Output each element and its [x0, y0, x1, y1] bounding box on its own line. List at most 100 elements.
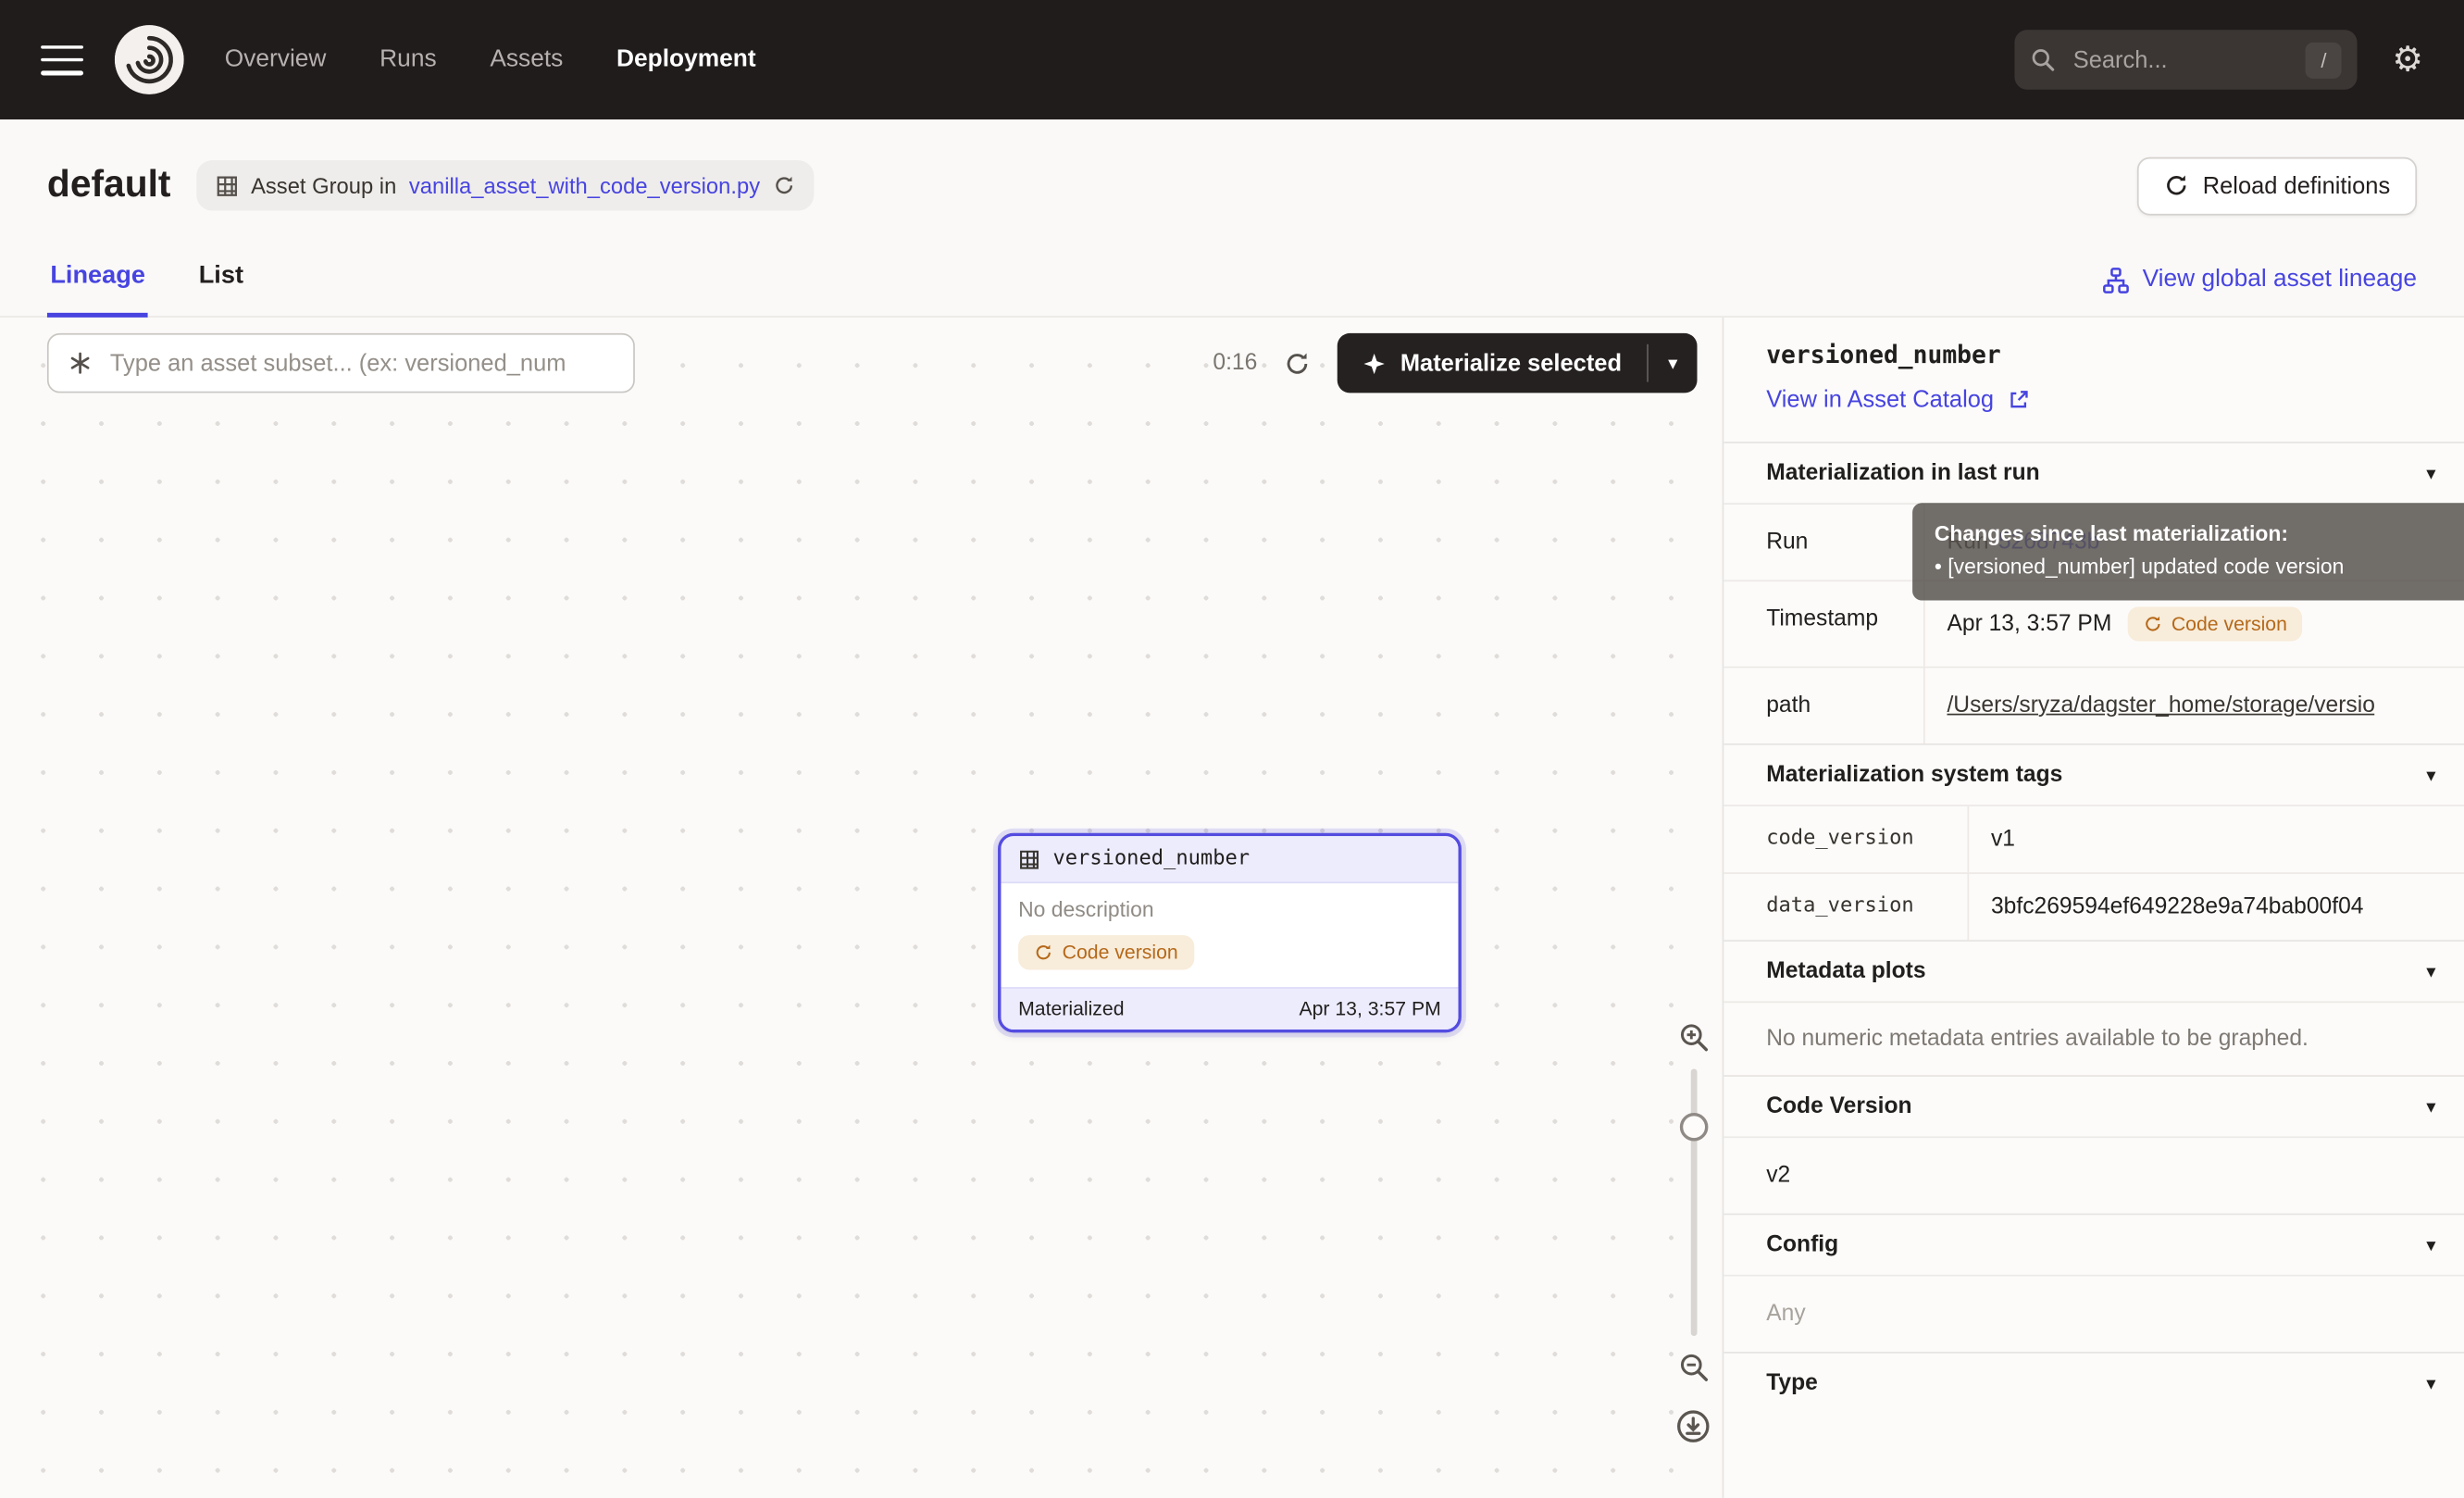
sync-icon — [2143, 615, 2161, 633]
tooltip-title: Changes since last materialization: — [1935, 518, 2464, 552]
zoom-out-icon[interactable] — [1677, 1352, 1709, 1383]
section-metadata-plots[interactable]: Metadata plots ▾ — [1724, 940, 2464, 1001]
code-version-badge: Code version — [1018, 935, 1194, 969]
refresh-icon[interactable] — [1284, 350, 1311, 377]
nav-links: Overview Runs Assets Deployment — [225, 45, 756, 74]
row-label: code_version — [1724, 806, 1969, 872]
dagster-swirl-icon — [115, 25, 184, 94]
zoom-slider-handle[interactable] — [1679, 1113, 1708, 1142]
asset-subset-filter[interactable] — [47, 333, 635, 393]
nav-item-assets[interactable]: Assets — [490, 45, 563, 74]
row-label: Timestamp — [1724, 581, 1924, 667]
chevron-down-icon: ▾ — [2426, 1372, 2435, 1394]
tab-lineage[interactable]: Lineage — [47, 263, 148, 318]
changes-tooltip: Changes since last materialization: • [v… — [1912, 503, 2464, 600]
row-value: 3bfc269594ef649228e9a74bab00f04 — [1969, 874, 2464, 940]
tabs-bar: Lineage List View global asset lineage — [0, 230, 2464, 318]
chevron-down-icon: ▾ — [1668, 352, 1677, 374]
zoom-in-icon[interactable] — [1677, 1022, 1709, 1054]
nav-item-runs[interactable]: Runs — [380, 45, 436, 74]
materialized-status-label: Materialized — [1018, 998, 1124, 1020]
zoom-slider-track — [1690, 1068, 1697, 1336]
materialize-selected-label: Materialize selected — [1400, 350, 1622, 377]
table-row-path: path /Users/sryza/dagster_home/storage/v… — [1724, 667, 2464, 743]
chevron-down-icon: ▾ — [2426, 960, 2435, 982]
chevron-down-icon: ▾ — [2426, 1095, 2435, 1117]
row-label: Run — [1724, 505, 1924, 580]
asset-group-badge: Asset Group in vanilla_asset_with_code_v… — [196, 160, 814, 210]
asset-node-footer: Materialized Apr 13, 3:57 PM — [1001, 987, 1458, 1030]
asset-subset-input[interactable] — [106, 348, 614, 378]
sparkle-icon — [1363, 351, 1386, 374]
asset-group-prefix: Asset Group in — [251, 173, 396, 198]
reload-definitions-button[interactable]: Reload definitions — [2136, 156, 2417, 215]
section-heading: Type — [1766, 1370, 1818, 1395]
page-header: default Asset Group in vanilla_asset_wit… — [0, 119, 2464, 230]
global-lineage-label: View global asset lineage — [2143, 266, 2417, 294]
sync-icon — [1034, 943, 1052, 962]
nav-item-deployment[interactable]: Deployment — [616, 45, 756, 74]
timestamp-value: Apr 13, 3:57 PM — [1947, 611, 2111, 636]
asset-group-file-link[interactable]: vanilla_asset_with_code_version.py — [409, 173, 760, 198]
code-version-badge-label: Code version — [2172, 613, 2287, 635]
asset-node-description: No description — [1018, 897, 1441, 920]
refresh-icon — [2163, 173, 2188, 198]
search-shortcut-key: / — [2306, 42, 2342, 78]
section-code-version[interactable]: Code Version ▾ — [1724, 1075, 2464, 1136]
page-title: default — [47, 164, 171, 208]
code-version-badge: Code version — [2127, 606, 2303, 641]
chevron-down-icon: ▾ — [2426, 1234, 2435, 1256]
main-content: 0:16 Materialize selected ▾ — [0, 318, 2464, 1498]
section-heading: Materialization in last run — [1766, 460, 2039, 485]
section-type[interactable]: Type ▾ — [1724, 1352, 2464, 1413]
chevron-down-icon: ▾ — [2426, 764, 2435, 786]
table-row-code-version: code_version v1 — [1724, 805, 2464, 872]
asset-node-name: versioned_number — [1052, 847, 1250, 870]
section-config[interactable]: Config ▾ — [1724, 1214, 2464, 1275]
materialize-selected-button-group: Materialize selected ▾ — [1338, 333, 1698, 393]
section-heading: Metadata plots — [1766, 959, 1925, 984]
row-label: path — [1724, 668, 1924, 743]
tab-list[interactable]: List — [195, 263, 246, 318]
section-heading: Code Version — [1766, 1094, 1911, 1119]
row-value: /Users/sryza/dagster_home/storage/versio — [1925, 668, 2464, 743]
tooltip-item: • [versioned_number] updated code versio… — [1935, 552, 2464, 585]
zoom-slider[interactable] — [1677, 1068, 1709, 1336]
top-nav: Overview Runs Assets Deployment / ⚙ — [0, 0, 2464, 119]
refresh-icon[interactable] — [773, 174, 795, 196]
canvas-toolbar-right: 0:16 Materialize selected ▾ — [1213, 333, 1697, 393]
download-view-icon[interactable] — [1675, 1408, 1711, 1444]
hamburger-menu-icon[interactable] — [41, 44, 83, 74]
asset-table-icon — [1018, 848, 1040, 870]
nav-item-overview[interactable]: Overview — [225, 45, 327, 74]
asset-title: versioned_number — [1766, 341, 2435, 369]
metadata-plots-empty-message: No numeric metadata entries available to… — [1724, 1001, 2464, 1075]
dagster-logo[interactable] — [115, 25, 184, 94]
code-version-value: v2 — [1724, 1136, 2464, 1213]
asset-details-panel: versioned_number View in Asset Catalog M… — [1724, 318, 2464, 1498]
row-value: v1 — [1969, 806, 2464, 872]
asset-node-header: versioned_number — [1001, 836, 1458, 883]
asset-node-versioned-number[interactable]: versioned_number No description Code ver… — [998, 833, 1462, 1033]
materialize-dropdown-button[interactable]: ▾ — [1649, 333, 1698, 393]
code-version-badge-label: Code version — [1063, 942, 1178, 964]
view-global-asset-lineage-link[interactable]: View global asset lineage — [2103, 266, 2417, 316]
section-system-tags[interactable]: Materialization system tags ▾ — [1724, 743, 2464, 805]
canvas-toolbar: 0:16 Materialize selected ▾ — [47, 333, 1698, 393]
row-label: data_version — [1724, 874, 1969, 940]
chevron-down-icon: ▾ — [2426, 462, 2435, 484]
refresh-timer: 0:16 — [1213, 351, 1257, 376]
zoom-controls — [1675, 1022, 1711, 1445]
section-materialization-last-run[interactable]: Materialization in last run ▾ — [1724, 442, 2464, 503]
path-link[interactable]: /Users/sryza/dagster_home/storage/versio — [1947, 693, 2374, 718]
sidebar-header: versioned_number View in Asset Catalog — [1724, 318, 2464, 442]
global-search[interactable]: / — [2015, 30, 2358, 90]
materialize-selected-button[interactable]: Materialize selected — [1338, 333, 1647, 393]
view-in-asset-catalog-link[interactable]: View in Asset Catalog — [1766, 387, 2435, 414]
app-window: Overview Runs Assets Deployment / ⚙ defa… — [0, 0, 2464, 1498]
asset-group-icon — [215, 174, 238, 197]
search-icon — [2031, 47, 2056, 72]
lineage-canvas[interactable]: 0:16 Materialize selected ▾ — [0, 318, 1724, 1498]
gear-icon[interactable]: ⚙ — [2392, 43, 2423, 77]
search-input[interactable] — [2070, 44, 2291, 74]
